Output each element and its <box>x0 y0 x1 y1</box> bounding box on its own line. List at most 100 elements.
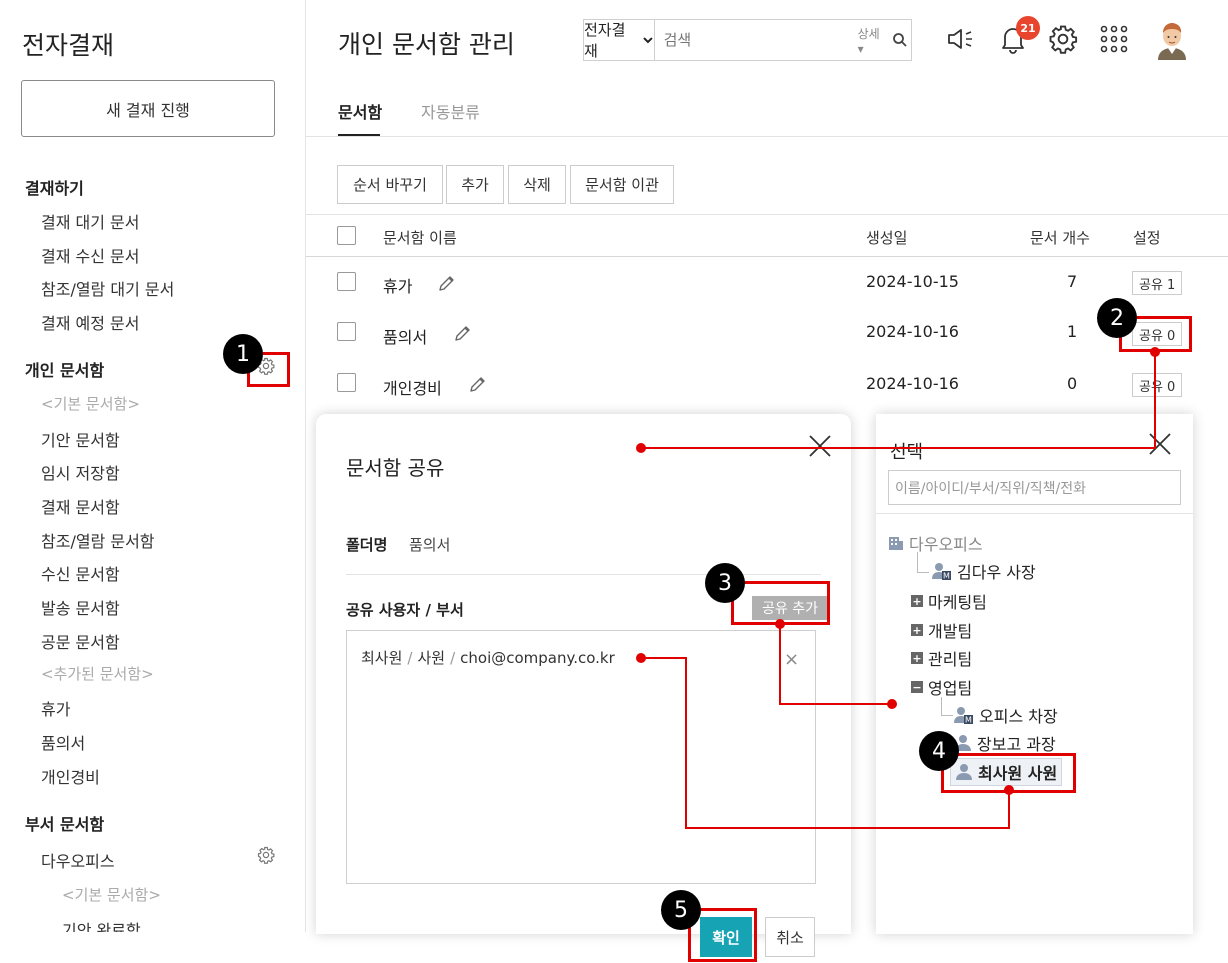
tree-root-label: 다우오피스 <box>909 535 983 554</box>
sidebar-item-reference-pending[interactable]: 참조/열람 대기 문서 <box>41 276 174 300</box>
annotation-marker-2: 2 <box>1097 298 1137 338</box>
search-icon[interactable] <box>888 32 911 48</box>
row-checkbox[interactable] <box>337 373 356 392</box>
share-entry: 최사원 / 사원 / choi@company.co.kr <box>361 649 615 667</box>
cancel-button[interactable]: 취소 <box>765 917 815 957</box>
section-personal[interactable]: 개인 문서함 <box>25 357 104 381</box>
tabs-divider <box>306 136 1228 137</box>
share-button[interactable]: 공유 0 <box>1132 373 1183 397</box>
sidebar-item-approval-box[interactable]: 결재 문서함 <box>41 494 120 518</box>
search-scope-select[interactable]: 전자결재 <box>584 20 655 60</box>
sidebar-item-temp[interactable]: 임시 저장함 <box>41 460 120 484</box>
personal-default-header: <기본 문서함> <box>41 395 140 413</box>
modal-divider <box>346 574 821 575</box>
sidebar: 전자결재 새 결재 진행 결재하기 결재 대기 문서 결재 수신 문서 참조/열… <box>0 0 306 932</box>
building-icon <box>889 537 903 550</box>
expand-plus-icon[interactable]: + <box>911 624 923 636</box>
annotation-marker-4: 4 <box>919 731 959 771</box>
tree-team-label: 영업팀 <box>928 679 973 698</box>
section-dept[interactable]: 부서 문서함 <box>25 811 104 835</box>
search-scope-label: 전자결재 <box>584 21 626 60</box>
sidebar-item-proposal[interactable]: 품의서 <box>41 730 85 754</box>
sidebar-item-reference-box[interactable]: 참조/열람 문서함 <box>41 528 155 552</box>
sidebar-item-pending[interactable]: 결재 대기 문서 <box>41 209 140 233</box>
close-icon[interactable] <box>808 434 832 458</box>
annotation-marker-3: 3 <box>705 563 745 603</box>
sidebar-item-dept-org[interactable]: 다우오피스 <box>41 848 115 872</box>
sidebar-item-scheduled[interactable]: 결재 예정 문서 <box>41 310 140 334</box>
tab-folders[interactable]: 문서함 <box>338 99 382 123</box>
edit-pencil-icon[interactable] <box>453 323 473 347</box>
dept-default-header: <기본 문서함> <box>62 886 161 904</box>
tree-team-sales[interactable]: − 영업팀 <box>911 675 972 699</box>
sidebar-item-send-box[interactable]: 발송 문서함 <box>41 595 120 619</box>
row-checkbox[interactable] <box>337 272 356 291</box>
select-title: 선택 <box>890 442 924 463</box>
collapse-minus-icon[interactable]: − <box>911 681 923 693</box>
edit-pencil-icon[interactable] <box>437 273 457 297</box>
row-name[interactable]: 휴가 <box>383 273 412 297</box>
expand-plus-icon[interactable]: + <box>911 595 923 607</box>
new-approval-button[interactable]: 새 결재 진행 <box>21 80 275 137</box>
tree-person-member[interactable]: M 오피스 차장 <box>954 703 1058 727</box>
modal-title: 문서함 공유 <box>346 456 445 480</box>
share-modal: 문서함 공유 폴더명 품의서 공유 사용자 / 부서 공유 추가 최사원 / 사원 /… <box>316 414 851 957</box>
tree-connector <box>917 572 929 573</box>
expand-plus-icon[interactable]: + <box>911 652 923 664</box>
personal-added-divider: <추가된 문서함> <box>41 663 293 684</box>
delete-button[interactable]: 삭제 <box>508 165 566 204</box>
folder-value: 품의서 <box>409 536 451 554</box>
sidebar-item-received[interactable]: 결재 수신 문서 <box>41 243 140 267</box>
tree-person-member[interactable]: 장보고 과장 <box>954 731 1056 755</box>
personal-default-divider: <기본 문서함> <box>41 393 293 414</box>
annotation-marker-1: 1 <box>223 334 263 374</box>
table-top-border <box>306 214 1228 215</box>
search-detail-toggle[interactable]: 상세 ▾ <box>858 25 882 56</box>
share-button[interactable]: 공유 1 <box>1132 271 1183 295</box>
search-input[interactable] <box>654 20 858 60</box>
row-date: 2024-10-15 <box>866 272 959 291</box>
tree-person-label: 김다우 사장 <box>957 563 1036 582</box>
sidebar-item-dept-draft-done[interactable]: 기안 완료함 <box>62 917 141 932</box>
row-name[interactable]: 개인경비 <box>383 375 442 399</box>
row-name[interactable]: 품의서 <box>383 324 427 348</box>
settings-gear-icon[interactable] <box>1046 22 1080 56</box>
dept-default-divider: <기본 문서함> <box>62 884 293 905</box>
add-button[interactable]: 추가 <box>446 165 504 204</box>
folder-label: 폴더명 <box>346 536 388 554</box>
row-checkbox[interactable] <box>337 322 356 341</box>
edit-pencil-icon[interactable] <box>468 374 488 398</box>
col-settings: 설정 <box>1133 229 1161 247</box>
app-grid-icon[interactable] <box>1097 22 1131 56</box>
chevron-down-icon <box>642 37 653 44</box>
sidebar-item-draft[interactable]: 기안 문서함 <box>41 427 120 451</box>
tree-team-marketing[interactable]: + 마케팅팀 <box>911 589 987 613</box>
sidebar-item-receive-box[interactable]: 수신 문서함 <box>41 561 120 585</box>
avatar[interactable] <box>1153 20 1191 60</box>
tree-person-label: 장보고 과장 <box>977 735 1056 754</box>
manager-person-icon: M <box>932 563 951 581</box>
share-entry-name: 최사원 <box>361 649 403 667</box>
col-name: 문서함 이름 <box>383 229 457 247</box>
close-icon[interactable] <box>1148 432 1174 458</box>
remove-share-close-icon[interactable]: × <box>784 649 799 670</box>
tree-person-ceo[interactable]: M 김다우 사장 <box>932 559 1036 583</box>
tree-root[interactable]: 다우오피스 <box>888 531 983 555</box>
dept-settings-gear-icon[interactable] <box>257 846 275 869</box>
annotation-box-3 <box>731 581 830 625</box>
sidebar-item-expense[interactable]: 개인경비 <box>41 764 100 788</box>
share-entry-position: 사원 <box>417 649 446 667</box>
tree-team-dev[interactable]: + 개발팀 <box>911 618 972 642</box>
search-detail-label: 상세 <box>857 26 880 41</box>
svg-text:M: M <box>943 572 950 581</box>
org-search-input[interactable]: 이름/아이디/부서/직위/직책/전화 <box>888 470 1181 505</box>
reorder-button[interactable]: 순서 바꾸기 <box>337 165 443 204</box>
select-all-checkbox[interactable] <box>337 226 356 245</box>
sidebar-item-official-box[interactable]: 공문 문서함 <box>41 629 120 653</box>
transfer-button[interactable]: 문서함 이관 <box>570 165 674 204</box>
tab-auto-classify[interactable]: 자동분류 <box>421 99 480 123</box>
sidebar-item-vacation[interactable]: 휴가 <box>41 696 70 720</box>
speaker-icon[interactable] <box>944 22 978 56</box>
tree-team-admin[interactable]: + 관리팀 <box>911 646 972 670</box>
section-approve[interactable]: 결재하기 <box>25 175 84 199</box>
